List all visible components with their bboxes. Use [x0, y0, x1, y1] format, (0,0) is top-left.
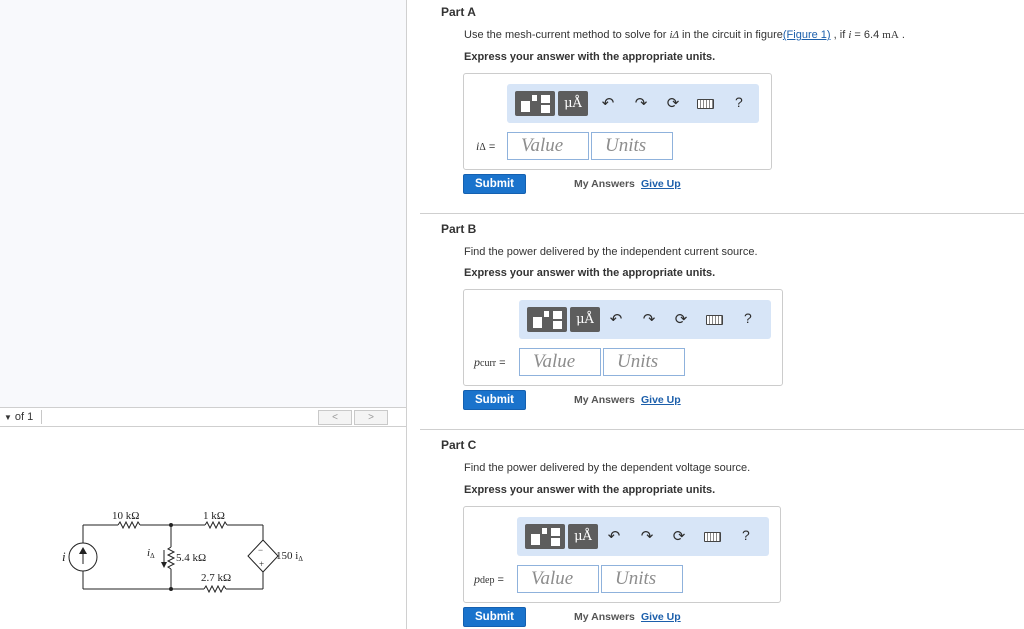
figure-prev-button[interactable]: < [318, 410, 352, 425]
source-label: i [62, 549, 66, 564]
part-c-units-input[interactable]: Units [601, 565, 683, 593]
figure-page-count: of 1 [14, 411, 34, 423]
part-a-express: Express your answer with the appropriate… [464, 51, 716, 63]
part-c-variable-label: pdep = [474, 572, 504, 586]
part-c-toolbar: μÅ ↶ ↷ ⟳ ? [517, 517, 769, 556]
units-symbol-button[interactable]: μÅ [570, 307, 600, 332]
figure-page-select[interactable]: ▼ of 1 [4, 410, 42, 424]
part-b-express: Express your answer with the appropriate… [464, 267, 716, 279]
part-c-my-answers-link[interactable]: My Answers [574, 611, 635, 623]
templates-button[interactable] [527, 307, 567, 332]
figure-pane-blank-area [0, 0, 406, 407]
resistor-5p4k-zigzag [166, 546, 176, 570]
part-a-answer-box: μÅ ↶ ↷ ⟳ ? iΔ = Value Units [463, 73, 772, 170]
redo-icon[interactable]: ↷ [638, 528, 656, 546]
part-c-value-input[interactable]: Value [517, 565, 599, 593]
templates-button[interactable] [525, 524, 565, 549]
part-a-prompt-var: iΔ [669, 29, 679, 41]
reset-icon[interactable]: ⟳ [670, 528, 688, 546]
part-c-title: Part C [441, 438, 477, 452]
redo-icon[interactable]: ↷ [632, 95, 650, 113]
svg-text:+: + [259, 559, 264, 569]
undo-icon[interactable]: ↶ [605, 528, 623, 546]
part-b-my-answers-link[interactable]: My Answers [574, 394, 635, 406]
reset-icon[interactable]: ⟳ [672, 311, 690, 329]
templates-button[interactable] [515, 91, 555, 116]
part-b-prompt: Find the power delivered by the independ… [464, 246, 758, 258]
keyboard-icon[interactable] [697, 99, 714, 109]
part-a-units-input[interactable]: Units [591, 132, 673, 160]
figure-1-link[interactable]: (Figure 1) [783, 29, 831, 41]
part-a-submit-button[interactable]: Submit [463, 174, 526, 194]
resistor-10k-zigzag [117, 520, 141, 530]
resistor-1k-zigzag [204, 520, 228, 530]
help-button[interactable]: ? [744, 310, 752, 326]
part-b-answer-box: μÅ ↶ ↷ ⟳ ? pcurr = Value Units [463, 289, 783, 386]
part-a-my-answers-link[interactable]: My Answers [574, 178, 635, 190]
help-button[interactable]: ? [742, 527, 750, 543]
r4-label: 2.7 kΩ [201, 572, 231, 584]
part-b-units-input[interactable]: Units [603, 348, 685, 376]
undo-icon[interactable]: ↶ [599, 95, 617, 113]
part-a-prompt: Use the mesh-current method to solve for… [464, 29, 905, 41]
redo-icon[interactable]: ↷ [640, 311, 658, 329]
part-a-give-up-link[interactable]: Give Up [641, 178, 681, 190]
units-symbol-button[interactable]: μÅ [558, 91, 588, 116]
part-a-toolbar: μÅ ↶ ↷ ⟳ ? [507, 84, 759, 123]
r1-label: 10 kΩ [112, 510, 139, 522]
part-b-variable-label: pcurr = [474, 355, 506, 369]
part-b-value-input[interactable]: Value [519, 348, 601, 376]
part-b-title: Part B [441, 222, 477, 236]
part-a-title: Part A [441, 5, 476, 19]
figure-pager: < > [318, 410, 390, 425]
r2-label: 1 kΩ [203, 510, 225, 522]
part-b: Part B Find the power delivered by the i… [420, 213, 1024, 410]
help-button[interactable]: ? [735, 94, 743, 110]
part-c-answer-box: μÅ ↶ ↷ ⟳ ? pdep = Value Units [463, 506, 781, 603]
caret-down-icon: ▼ [4, 413, 12, 422]
part-c-prompt: Find the power delivered by the dependen… [464, 462, 751, 474]
reset-icon[interactable]: ⟳ [664, 95, 682, 113]
current-arrow-head [161, 562, 167, 568]
figure-nav-bar: ▼ of 1 < > [0, 407, 406, 427]
current-var-label: iΔ [147, 547, 155, 560]
circuit-diagram: − + i 10 kΩ 1 kΩ 5.4 kΩ 2.7 kΩ iΔ 150 iΔ [62, 510, 303, 594]
resistor-2p7k-zigzag [203, 584, 227, 594]
keyboard-icon[interactable] [704, 532, 721, 542]
keyboard-icon[interactable] [706, 315, 723, 325]
part-c: Part C Find the power delivered by the d… [420, 429, 1024, 627]
part-c-express: Express your answer with the appropriate… [464, 484, 716, 496]
part-c-submit-button[interactable]: Submit [463, 607, 526, 627]
units-symbol-button[interactable]: μÅ [568, 524, 598, 549]
figure-pane: ▼ of 1 < > − + i 10 kΩ 1 kΩ 5.4 kΩ 2.7 k… [0, 0, 407, 629]
svg-text:−: − [258, 545, 263, 555]
figure-next-button[interactable]: > [354, 410, 388, 425]
dep-source-label: 150 iΔ [276, 550, 303, 563]
part-b-give-up-link[interactable]: Give Up [641, 394, 681, 406]
r3-label: 5.4 kΩ [176, 552, 206, 564]
part-b-submit-button[interactable]: Submit [463, 390, 526, 410]
source-arrow-head [79, 547, 87, 554]
part-a-value-input[interactable]: Value [507, 132, 589, 160]
part-c-give-up-link[interactable]: Give Up [641, 611, 681, 623]
undo-icon[interactable]: ↶ [607, 311, 625, 329]
part-b-toolbar: μÅ ↶ ↷ ⟳ ? [519, 300, 771, 339]
part-a-variable-label: iΔ = [476, 139, 496, 153]
